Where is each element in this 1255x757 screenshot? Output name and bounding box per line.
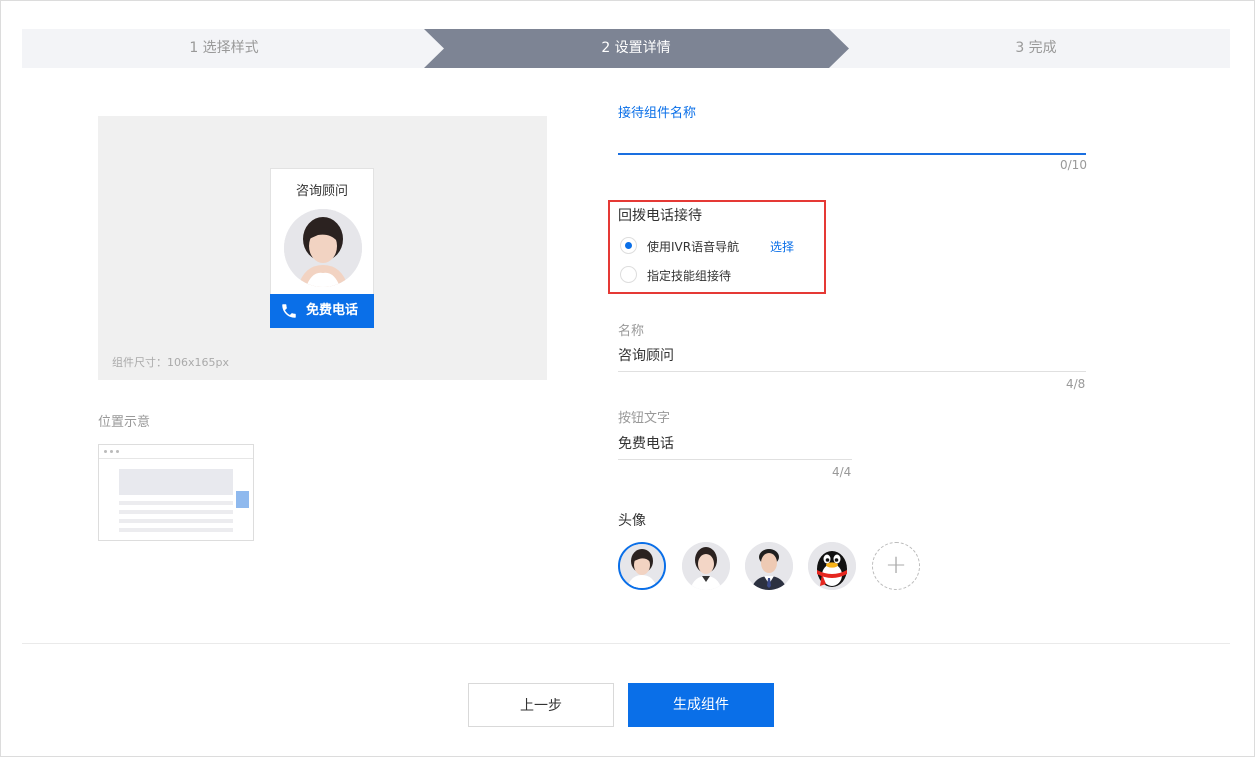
position-diagram — [98, 444, 254, 541]
browser-bar — [99, 445, 253, 459]
name-underline — [618, 371, 1086, 372]
widget-name-underline — [618, 153, 1086, 155]
name-counter: 4/8 — [1066, 377, 1086, 391]
previous-step-button[interactable]: 上一步 — [468, 683, 614, 727]
footer-divider — [22, 643, 1230, 644]
content-block — [119, 469, 233, 495]
size-note: 组件尺寸：106x165px — [112, 356, 229, 369]
avatar-female-1-icon[interactable] — [618, 542, 666, 590]
free-call-label: 免费电话 — [305, 303, 358, 318]
avatar-female-2-icon[interactable] — [682, 542, 730, 590]
skill-group-option-label[interactable]: 指定技能组接待 — [647, 267, 731, 284]
button-text-input[interactable]: 免费电话 — [618, 433, 674, 453]
step-complete[interactable]: 3 完成 — [842, 29, 1230, 68]
free-call-button[interactable]: 免费电话 — [270, 294, 374, 328]
ivr-radio[interactable] — [620, 237, 637, 254]
card-title: 咨询顾问 — [295, 184, 348, 199]
phone-icon — [282, 304, 296, 318]
content-line — [119, 510, 233, 514]
avatar-male-icon[interactable] — [745, 542, 793, 590]
window-dot-icon — [104, 450, 107, 453]
preview-card: 咨询顾问 免费电话 — [270, 168, 374, 328]
content-line — [119, 519, 233, 523]
widget-name-label: 接待组件名称 — [618, 106, 697, 121]
step-select-style[interactable]: 1 选择样式 — [22, 29, 426, 68]
step-set-details[interactable]: 2 设置详情 — [426, 29, 846, 68]
stepper: 1 选择样式 2 设置详情 3 完成 — [22, 29, 1230, 68]
avatar-label: 头像 — [618, 513, 646, 529]
avatar-qq-penguin-icon[interactable] — [808, 542, 856, 590]
button-text-label: 按钮文字 — [618, 411, 671, 426]
name-label: 名称 — [618, 324, 645, 339]
button-text-underline — [618, 459, 852, 460]
window-dot-icon — [110, 450, 113, 453]
window-dot-icon — [116, 450, 119, 453]
content-line — [119, 501, 233, 505]
add-avatar-plus-icon[interactable]: + — [872, 542, 920, 590]
ivr-select-link[interactable]: 选择 — [770, 238, 794, 255]
widget-position-marker — [236, 491, 249, 508]
widget-name-input[interactable] — [618, 122, 1086, 154]
button-text-counter: 4/4 — [832, 465, 852, 479]
widget-name-counter: 0/10 — [1060, 158, 1087, 172]
generate-widget-button[interactable]: 生成组件 — [628, 683, 774, 727]
widget-preview: 咨询顾问 免费电话 组件尺寸：106x165px — [98, 116, 547, 380]
position-label: 位置示意 — [98, 415, 151, 430]
agent-avatar-icon — [284, 209, 362, 287]
ivr-option-label[interactable]: 使用IVR语音导航 — [647, 238, 739, 255]
callback-title: 回拨电话接待 — [618, 208, 702, 224]
skill-group-radio[interactable] — [620, 266, 637, 283]
name-input[interactable]: 咨询顾问 — [618, 345, 674, 365]
content-line — [119, 528, 233, 532]
